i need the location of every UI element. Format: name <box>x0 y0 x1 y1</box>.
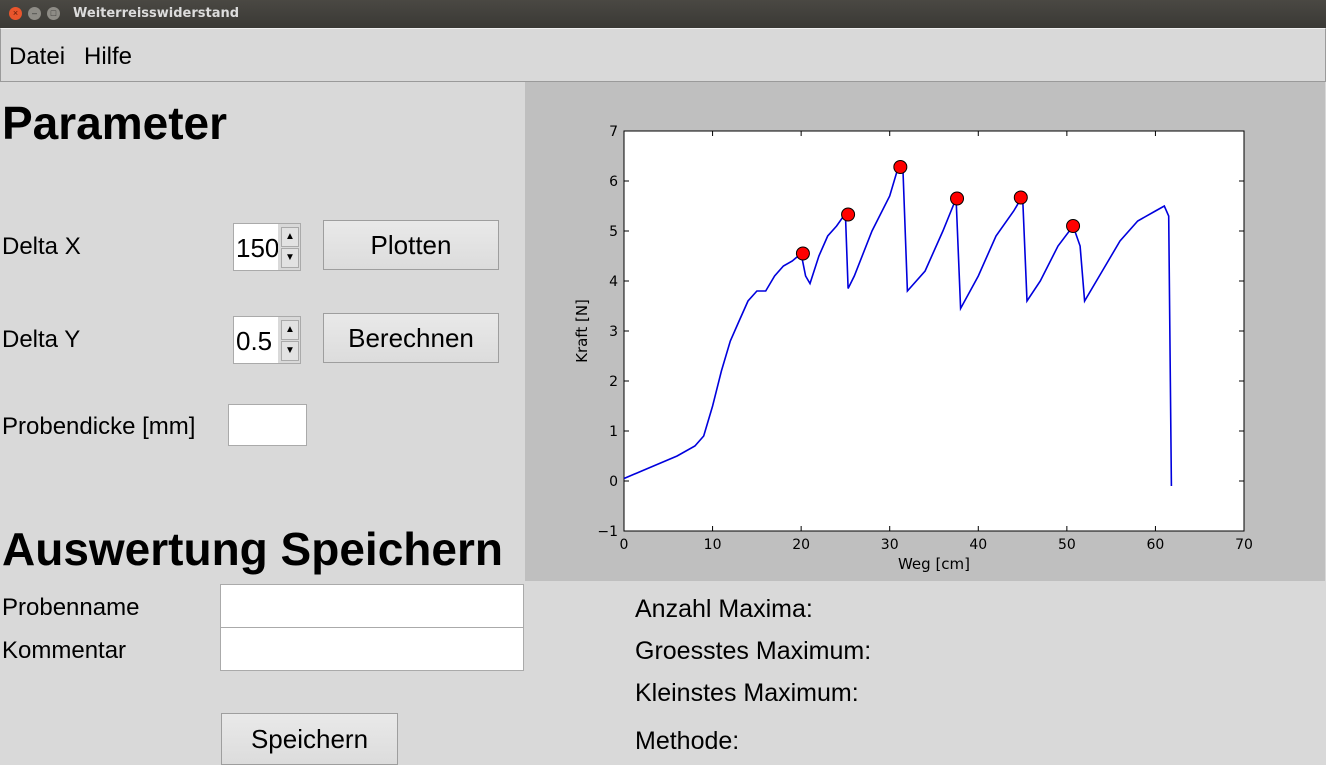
delta-x-value[interactable]: 150 <box>236 233 279 264</box>
menu-hilfe[interactable]: Hilfe <box>84 43 132 71</box>
kleinstes-maximum-label: Kleinstes Maximum: <box>635 679 859 707</box>
delta-x-down-icon[interactable]: ▼ <box>281 248 299 268</box>
maximum-marker <box>893 160 908 174</box>
window-title: Weiterreisswiderstand <box>73 6 240 21</box>
x-tick-label: 10 <box>704 537 722 553</box>
kommentar-input[interactable] <box>220 627 524 671</box>
delta-y-up-icon[interactable]: ▲ <box>281 320 299 340</box>
probendicke-label: Probendicke [mm] <box>2 413 196 440</box>
y-tick-label: 0 <box>609 474 618 490</box>
plot-panel: 0 10 20 30 40 50 60 70 −1 0 1 2 3 4 5 6 7 Weg [cm] Kraft [… <box>525 82 1325 581</box>
x-tick-label: 50 <box>1058 537 1076 553</box>
save-heading: Auswertung Speichern <box>2 523 503 575</box>
close-icon[interactable]: × <box>9 7 22 20</box>
minimize-icon[interactable]: – <box>28 7 41 20</box>
y-tick-label: 1 <box>609 424 618 440</box>
y-tick-label: 5 <box>609 224 618 240</box>
plot-area <box>623 130 1245 532</box>
y-tick-label: −1 <box>597 524 618 540</box>
y-tick-label: 6 <box>609 174 618 190</box>
x-tick-label: 30 <box>881 537 899 553</box>
delta-y-value[interactable]: 0.5 <box>236 326 272 357</box>
kommentar-label: Kommentar <box>2 637 127 664</box>
delta-x-label: Delta X <box>2 233 81 260</box>
maximum-marker <box>950 191 965 206</box>
anzahl-maxima-label: Anzahl Maxima: <box>635 595 813 623</box>
methode-label: Methode: <box>635 727 740 755</box>
groesstes-maximum-label: Groesstes Maximum: <box>635 637 872 665</box>
x-tick-label: 70 <box>1235 537 1253 553</box>
y-tick-label: 7 <box>609 124 618 140</box>
probenname-label: Probenname <box>2 594 140 621</box>
x-tick-label: 40 <box>969 537 987 553</box>
maximum-marker <box>1066 219 1081 233</box>
x-tick-label: 20 <box>792 537 810 553</box>
maximum-marker <box>841 207 856 222</box>
delta-y-down-icon[interactable]: ▼ <box>281 341 299 361</box>
plot-button[interactable]: Plotten <box>323 220 499 270</box>
delta-y-label: Delta Y <box>2 326 81 353</box>
kraft-weg-chart: 0 10 20 30 40 50 60 70−101234567Weg [cm]Kraft [… <box>573 124 1253 573</box>
y-tick-label: 3 <box>609 324 618 340</box>
delta-x-up-icon[interactable]: ▲ <box>281 227 299 247</box>
probendicke-input[interactable] <box>228 404 307 446</box>
menu-bar: Datei Hilfe <box>0 28 1326 82</box>
x-axis-label: Weg [cm] <box>898 555 970 573</box>
x-tick-label: 0 <box>620 537 629 553</box>
maximize-icon[interactable]: □ <box>47 7 60 20</box>
title-bar: × – □ Weiterreisswiderstand <box>0 0 1326 28</box>
probenname-input[interactable] <box>220 584 524 628</box>
save-button[interactable]: Speichern <box>221 713 398 765</box>
menu-datei[interactable]: Datei <box>9 43 65 71</box>
calculate-button[interactable]: Berechnen <box>323 313 499 363</box>
y-tick-label: 2 <box>609 374 618 390</box>
y-axis-label: Kraft [N] <box>573 299 591 363</box>
y-tick-label: 4 <box>609 274 618 290</box>
maximum-marker <box>1013 190 1028 205</box>
x-tick-label: 60 <box>1147 537 1165 553</box>
delta-y-spinbox[interactable]: 0.5 ▲ ▼ <box>233 316 301 364</box>
maximum-marker <box>795 246 810 261</box>
parameter-heading: Parameter <box>2 97 228 149</box>
delta-x-spinbox[interactable]: 150 ▲ ▼ <box>233 223 301 271</box>
